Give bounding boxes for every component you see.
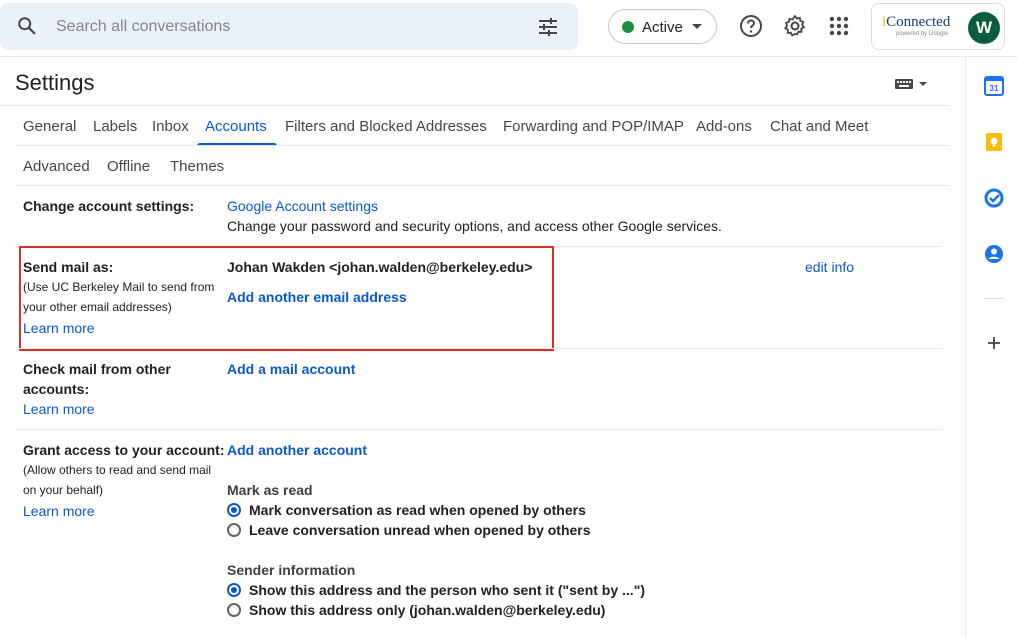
chevron-down-icon xyxy=(692,24,702,29)
plus-icon[interactable] xyxy=(984,333,1004,353)
search-input[interactable] xyxy=(56,15,496,39)
account-switcher[interactable]: iConnected powered by Google W xyxy=(871,3,1005,50)
grant-access-label: Grant access to your account: xyxy=(23,442,225,458)
check-mail-label: accounts: xyxy=(23,381,90,397)
radio-unselected[interactable] xyxy=(227,523,241,537)
change-account-description: Change your password and security option… xyxy=(227,218,722,234)
tab-inbox[interactable]: Inbox xyxy=(152,118,189,135)
grant-access-note: on your behalf) xyxy=(23,483,104,497)
check-mail-label: Check mail from other xyxy=(23,361,171,377)
divider xyxy=(15,145,950,146)
add-email-address-link[interactable]: Add another email address xyxy=(227,287,407,307)
logo-subtitle: powered by Google xyxy=(896,31,949,37)
radio-unselected[interactable] xyxy=(227,603,241,617)
apps-grid-icon[interactable] xyxy=(827,14,851,38)
keep-icon[interactable] xyxy=(984,132,1004,152)
grant-access-learn-more-link[interactable]: Learn more xyxy=(23,501,95,521)
tab-offline[interactable]: Offline xyxy=(107,158,150,175)
edit-info-link[interactable]: edit info xyxy=(805,257,854,277)
google-account-settings-link[interactable]: Google Account settings xyxy=(227,196,378,216)
add-mail-account-link[interactable]: Add a mail account xyxy=(227,359,355,379)
send-mail-address: Johan Wakden <johan.walden@berkeley.edu> xyxy=(227,259,533,275)
contacts-icon[interactable] xyxy=(984,244,1004,264)
organization-logo: iConnected xyxy=(882,14,951,30)
help-icon[interactable] xyxy=(739,14,763,38)
send-mail-note: your other email addresses) xyxy=(23,300,172,314)
tasks-icon[interactable] xyxy=(984,188,1004,208)
tab-add-ons[interactable]: Add-ons xyxy=(696,118,752,135)
status-selector[interactable]: Active xyxy=(608,9,717,44)
svg-text:31: 31 xyxy=(990,84,999,93)
divider xyxy=(15,185,950,186)
tab-labels[interactable]: Labels xyxy=(93,118,137,135)
tab-filters[interactable]: Filters and Blocked Addresses xyxy=(285,118,487,135)
tab-chat-and-meet[interactable]: Chat and Meet xyxy=(770,118,868,135)
change-account-label: Change account settings: xyxy=(23,198,195,214)
tab-general[interactable]: General xyxy=(23,118,76,135)
search-icon[interactable] xyxy=(16,15,38,37)
divider xyxy=(15,429,942,430)
top-bar: Active iConnected powered by Google W xyxy=(0,0,1017,57)
calendar-icon[interactable]: 31 xyxy=(984,76,1004,96)
gear-icon[interactable] xyxy=(783,14,807,38)
tab-advanced[interactable]: Advanced xyxy=(23,158,90,175)
tab-forwarding[interactable]: Forwarding and POP/IMAP xyxy=(503,118,684,135)
send-mail-learn-more-link[interactable]: Learn more xyxy=(23,318,95,338)
mark-as-read-title: Mark as read xyxy=(227,482,313,498)
divider xyxy=(984,298,1004,299)
tab-accounts[interactable]: Accounts xyxy=(205,118,267,135)
send-mail-note: (Use UC Berkeley Mail to send from xyxy=(23,280,215,294)
search-options-icon[interactable] xyxy=(537,17,559,37)
divider xyxy=(0,105,950,106)
status-label: Active xyxy=(642,19,683,36)
page-title: Settings xyxy=(15,70,95,95)
radio-selected[interactable] xyxy=(227,583,241,597)
radio-selected[interactable] xyxy=(227,503,241,517)
divider xyxy=(15,348,942,349)
keyboard-icon[interactable] xyxy=(895,77,929,91)
tab-themes[interactable]: Themes xyxy=(170,158,224,175)
grant-access-note: (Allow others to read and send mail xyxy=(23,463,212,477)
search-bar[interactable] xyxy=(0,3,578,50)
status-dot xyxy=(622,21,634,33)
sender-info-title: Sender information xyxy=(227,562,356,578)
send-mail-label: Send mail as: xyxy=(23,259,114,275)
check-mail-learn-more-link[interactable]: Learn more xyxy=(23,399,95,419)
side-panel: 31 xyxy=(965,57,1017,637)
avatar[interactable]: W xyxy=(968,12,1000,44)
add-another-account-link[interactable]: Add another account xyxy=(227,440,367,460)
